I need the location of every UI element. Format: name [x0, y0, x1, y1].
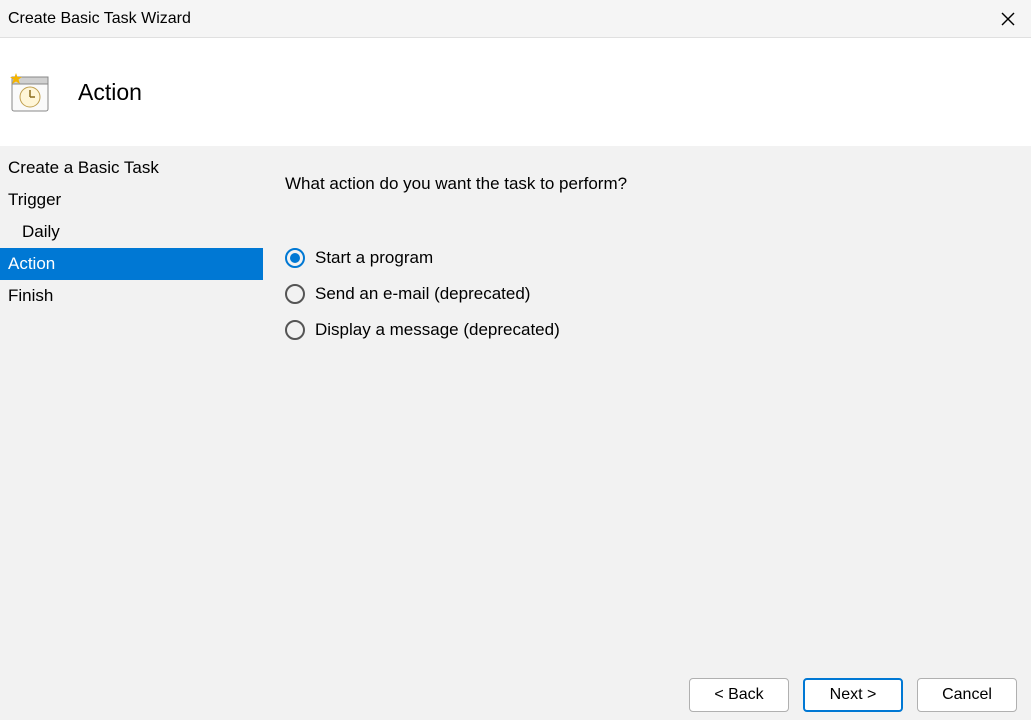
- radio-icon: [285, 248, 305, 268]
- titlebar: Create Basic Task Wizard: [0, 0, 1031, 38]
- sidebar-step-create-a-basic-task[interactable]: Create a Basic Task: [0, 152, 263, 184]
- content-area: Create a Basic TaskTriggerDailyActionFin…: [0, 146, 1031, 674]
- wizard-header: Action: [0, 38, 1031, 146]
- radio-icon: [285, 284, 305, 304]
- cancel-button[interactable]: Cancel: [917, 678, 1017, 712]
- action-radio-group: Start a program Send an e-mail (deprecate…: [285, 248, 1009, 340]
- radio-label: Start a program: [315, 248, 433, 268]
- radio-icon: [285, 320, 305, 340]
- wizard-footer: < Back Next > Cancel: [0, 674, 1031, 720]
- next-button[interactable]: Next >: [803, 678, 903, 712]
- radio-label: Display a message (deprecated): [315, 320, 560, 340]
- radio-label: Send an e-mail (deprecated): [315, 284, 530, 304]
- main-panel: What action do you want the task to perf…: [263, 146, 1031, 674]
- action-option-0[interactable]: Start a program: [285, 248, 1009, 268]
- wizard-steps-sidebar: Create a Basic TaskTriggerDailyActionFin…: [0, 146, 263, 674]
- sidebar-step-action[interactable]: Action: [0, 248, 263, 280]
- sidebar-step-daily[interactable]: Daily: [0, 216, 263, 248]
- sidebar-step-trigger[interactable]: Trigger: [0, 184, 263, 216]
- close-button[interactable]: [985, 0, 1031, 38]
- action-option-2[interactable]: Display a message (deprecated): [285, 320, 1009, 340]
- task-wizard-icon: [8, 71, 50, 113]
- close-icon: [1001, 12, 1015, 26]
- window-title: Create Basic Task Wizard: [8, 10, 191, 28]
- page-title: Action: [78, 79, 142, 106]
- back-button[interactable]: < Back: [689, 678, 789, 712]
- sidebar-step-finish[interactable]: Finish: [0, 280, 263, 312]
- action-option-1[interactable]: Send an e-mail (deprecated): [285, 284, 1009, 304]
- action-prompt: What action do you want the task to perf…: [285, 174, 1009, 194]
